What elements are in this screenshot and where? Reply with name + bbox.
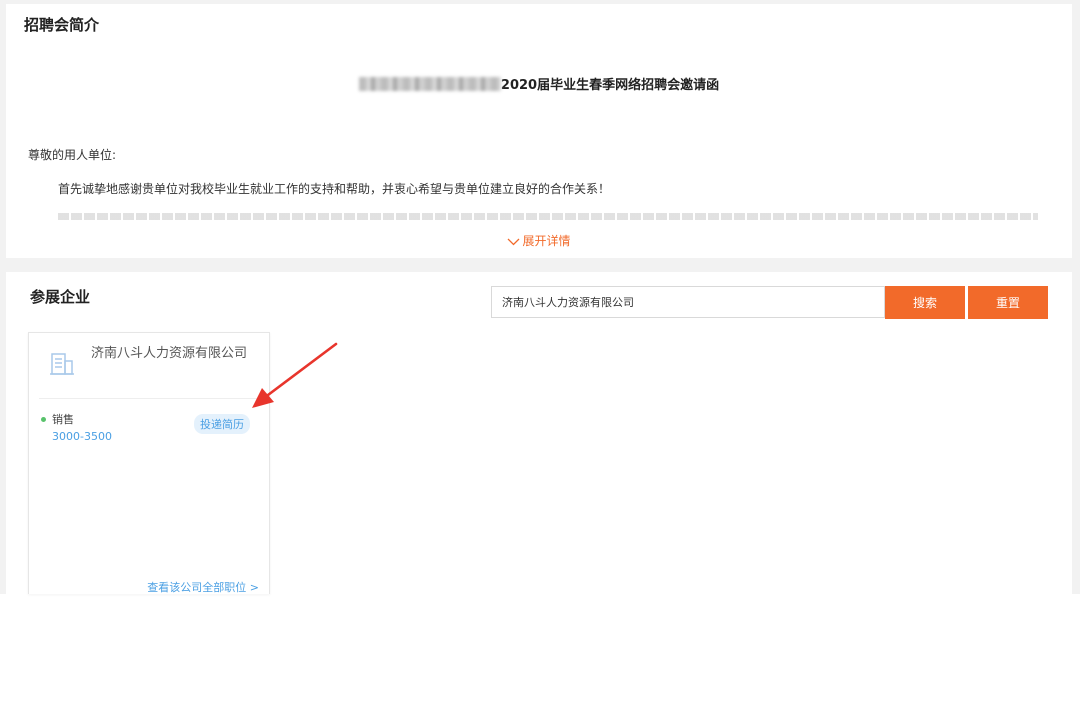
truncated-paragraph	[58, 210, 1038, 220]
greeting-text: 尊敬的用人单位:	[28, 148, 117, 162]
job-title[interactable]: 销售	[52, 411, 74, 427]
expand-details-link[interactable]: 展开详情	[6, 232, 1072, 249]
exhibitors-section-title: 参展企业	[30, 288, 91, 306]
expand-details-label: 展开详情	[522, 234, 571, 248]
company-name[interactable]: 济南八斗人力资源有限公司	[91, 343, 256, 364]
company-search-input[interactable]	[491, 286, 885, 318]
exhibitors-panel: 参展企业 搜索 重置 济南八斗人力资源有限公司 销售 3000-3500 投递简…	[6, 272, 1072, 594]
search-button[interactable]: 搜索	[885, 286, 965, 319]
blurred-school-name	[358, 77, 501, 91]
intro-paragraph: 首先诚挚地感谢贵单位对我校毕业生就业工作的支持和帮助，并衷心希望与贵单位建立良好…	[58, 182, 611, 196]
company-card: 济南八斗人力资源有限公司 销售 3000-3500 投递简历 查看该公司全部职位…	[28, 332, 270, 594]
red-arrow-icon	[252, 342, 338, 408]
card-divider	[39, 398, 261, 399]
job-salary: 3000-3500	[52, 430, 112, 443]
screenshot-area: 招聘会简介 2020届毕业生春季网络招聘会邀请函 尊敬的用人单位: 首先诚挚地感…	[0, 0, 1080, 594]
building-icon	[50, 353, 74, 375]
job-status-dot	[41, 417, 46, 422]
chevron-down-icon	[508, 238, 520, 246]
view-all-jobs-link[interactable]: 查看该公司全部职位 >	[147, 579, 259, 595]
apply-resume-button[interactable]: 投递简历	[194, 414, 250, 434]
invitation-heading-text: 2020届毕业生春季网络招聘会邀请函	[500, 78, 720, 93]
invitation-heading: 2020届毕业生春季网络招聘会邀请函	[6, 74, 1072, 93]
intro-section-title: 招聘会简介	[24, 16, 100, 34]
reset-button[interactable]: 重置	[968, 286, 1048, 319]
job-fair-intro-panel: 招聘会简介 2020届毕业生春季网络招聘会邀请函 尊敬的用人单位: 首先诚挚地感…	[6, 4, 1072, 258]
